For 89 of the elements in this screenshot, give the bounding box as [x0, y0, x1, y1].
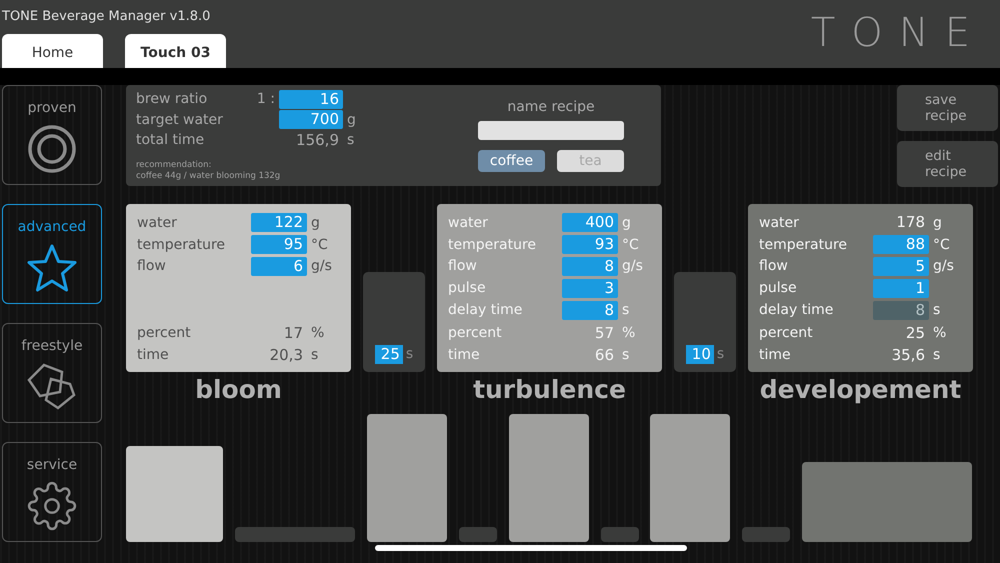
name-label: name recipe: [507, 99, 595, 115]
parameter-label: time: [759, 347, 792, 364]
mode-button[interactable]: freestyle: [2, 323, 102, 423]
parameter-label: flow: [448, 258, 478, 274]
unit-label: s: [406, 345, 414, 364]
parameter-value: 17: [282, 324, 304, 343]
value-field[interactable]: 8: [562, 256, 618, 276]
recipe-label: brew ratio: [136, 91, 208, 108]
parameter-label: flow: [137, 258, 167, 274]
recipe-value: 156,9: [295, 130, 340, 150]
unit-label: s: [621, 302, 630, 318]
parameter-label: temperature: [137, 236, 226, 253]
recommendation-text: recommendation: coffee 44g / water blooming 132g: [136, 160, 282, 182]
parameter-value: 178: [895, 213, 926, 232]
parameter-label: percent: [137, 325, 192, 342]
parameter-label: water: [137, 214, 178, 231]
unit-label: g: [310, 214, 321, 231]
value-field: 8: [873, 300, 929, 320]
value-field[interactable]: 3: [562, 278, 618, 298]
unit-label: s: [932, 302, 942, 318]
recipe-label: target water: [136, 112, 224, 128]
unit-label: s: [346, 132, 356, 148]
unit-label: %: [932, 325, 948, 342]
parameter-label: pulse: [448, 280, 487, 296]
unit-label: s: [310, 347, 320, 364]
parameter-label: delay time: [448, 302, 524, 318]
value-field[interactable]: 400: [562, 213, 618, 232]
unit-label: °C: [310, 236, 329, 253]
phase-title: developement: [760, 374, 962, 406]
unit-label: g/s: [621, 258, 644, 274]
tab[interactable]: Touch 03: [125, 34, 226, 68]
star-icon: [26, 243, 78, 293]
window-title: TONE Beverage Manager v1.8.0: [2, 8, 212, 24]
mode-button[interactable]: advanced: [2, 204, 102, 304]
unit-label: °C: [621, 236, 640, 253]
value-field[interactable]: 95: [251, 235, 307, 254]
value-field[interactable]: 16: [279, 90, 343, 109]
parameter-value: 57: [594, 324, 615, 343]
value-field[interactable]: 122: [251, 213, 307, 232]
parameter-value: 25: [904, 324, 926, 343]
parameter-label: delay time: [759, 302, 834, 318]
value-field[interactable]: 25: [374, 345, 403, 364]
mode-button[interactable]: proven: [2, 85, 102, 185]
parameter-label: time: [448, 347, 481, 364]
unit-label: g/s: [932, 258, 955, 274]
unit-label: g: [346, 112, 357, 128]
parameter-label: temperature: [759, 236, 848, 253]
value-field[interactable]: 93: [562, 235, 618, 254]
parameter-label: water: [759, 214, 800, 231]
tab[interactable]: Home: [2, 34, 103, 68]
recipe-button[interactable]: save recipe: [897, 85, 998, 131]
unit-label: s: [621, 347, 630, 364]
parameter-label: water: [448, 214, 489, 231]
value-field[interactable]: 5: [873, 256, 929, 276]
ratio-prefix: 1 :: [256, 91, 276, 108]
phase-title: bloom: [195, 374, 282, 406]
parameter-label: pulse: [759, 280, 798, 296]
unit-label: %: [310, 325, 326, 342]
unit-label: s: [716, 345, 724, 364]
parameter-value: 20,3: [268, 346, 304, 365]
parameter-value: 66: [594, 346, 615, 365]
value-field[interactable]: 88: [873, 235, 929, 254]
unit-label: s: [932, 347, 942, 364]
name-field[interactable]: [478, 121, 624, 140]
unit-label: °C: [932, 236, 951, 253]
concentric-circles-icon: [27, 124, 77, 174]
unit-label: g: [621, 214, 632, 231]
value-field[interactable]: 6: [251, 256, 307, 276]
unit-label: g/s: [310, 258, 333, 274]
parameter-label: time: [137, 347, 170, 364]
unit-label: %: [621, 325, 636, 342]
value-field[interactable]: 1: [873, 278, 929, 298]
type-toggle[interactable]: coffee: [478, 150, 545, 172]
mode-button[interactable]: service: [2, 442, 102, 542]
parameter-label: flow: [759, 258, 789, 274]
recipe-button[interactable]: edit recipe: [897, 141, 998, 187]
unit-label: g: [932, 214, 943, 231]
recipe-label: total time: [136, 132, 206, 148]
settings-icon: [27, 481, 77, 531]
parameter-value: 35,6: [890, 346, 926, 365]
logo: TONE: [810, 9, 987, 58]
value-field[interactable]: 10: [686, 345, 714, 364]
parameter-label: percent: [448, 325, 503, 342]
value-field[interactable]: 700: [279, 110, 343, 130]
parameter-label: temperature: [448, 236, 537, 253]
value-field[interactable]: 8: [562, 300, 618, 320]
parameter-label: percent: [759, 325, 814, 342]
phase-title: turbulence: [473, 374, 626, 406]
overlapping-pentagons-icon: [26, 362, 78, 412]
